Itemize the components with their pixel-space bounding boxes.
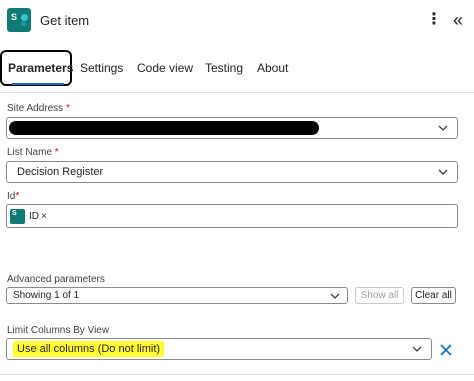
remove-parameter-icon[interactable] [438, 342, 454, 358]
token-label: ID [29, 210, 39, 222]
advanced-parameters-label: Advanced parameters [7, 274, 105, 285]
limit-columns-label: Limit Columns By View [7, 325, 110, 336]
limit-columns-dropdown[interactable]: Use all columns (Do not limit) [6, 338, 432, 360]
advanced-parameters-value: Showing 1 of 1 [13, 290, 80, 301]
chevron-down-icon [412, 346, 422, 352]
redacted-value [9, 121, 319, 135]
list-name-label: List Name * [7, 147, 59, 158]
action-title[interactable]: Get item [40, 13, 89, 28]
collapse-panel-icon[interactable]: « [449, 10, 467, 30]
sharepoint-icon: S [7, 8, 31, 32]
chevron-down-icon [438, 125, 448, 131]
clear-all-button[interactable]: Clear all [411, 287, 456, 304]
bottom-divider [0, 374, 474, 375]
list-name-dropdown[interactable]: Decision Register [6, 161, 458, 183]
active-tab-indicator [12, 83, 64, 85]
site-address-dropdown[interactable] [6, 117, 458, 139]
tab-testing[interactable]: Testing [205, 50, 243, 86]
tab-code-view[interactable]: Code view [137, 50, 193, 86]
chevron-down-icon [330, 293, 340, 299]
tab-about[interactable]: About [257, 50, 288, 86]
tab-divider [0, 92, 474, 93]
remove-token-icon[interactable]: × [41, 211, 47, 222]
id-input[interactable]: S ID × [6, 204, 458, 228]
list-name-value: Decision Register [17, 166, 104, 178]
more-options-icon[interactable]: ⋮ [426, 11, 442, 29]
advanced-parameters-dropdown[interactable]: Showing 1 of 1 [6, 287, 348, 304]
limit-columns-value: Use all columns (Do not limit) [13, 341, 165, 357]
id-label: Id* [7, 191, 20, 202]
show-all-button[interactable]: Show all [355, 287, 404, 304]
dynamic-content-token[interactable]: S ID × [10, 208, 47, 224]
tab-settings[interactable]: Settings [80, 50, 123, 86]
sharepoint-icon: S [10, 208, 25, 224]
tab-bar: Parameters Settings Code view Testing Ab… [0, 50, 474, 88]
tab-label: Parameters [8, 61, 74, 75]
tab-parameters[interactable]: Parameters [0, 50, 74, 86]
site-address-label: Site Address * [7, 103, 70, 114]
chevron-down-icon [438, 169, 448, 175]
card-header: S Get item ⋮ « [0, 0, 474, 40]
